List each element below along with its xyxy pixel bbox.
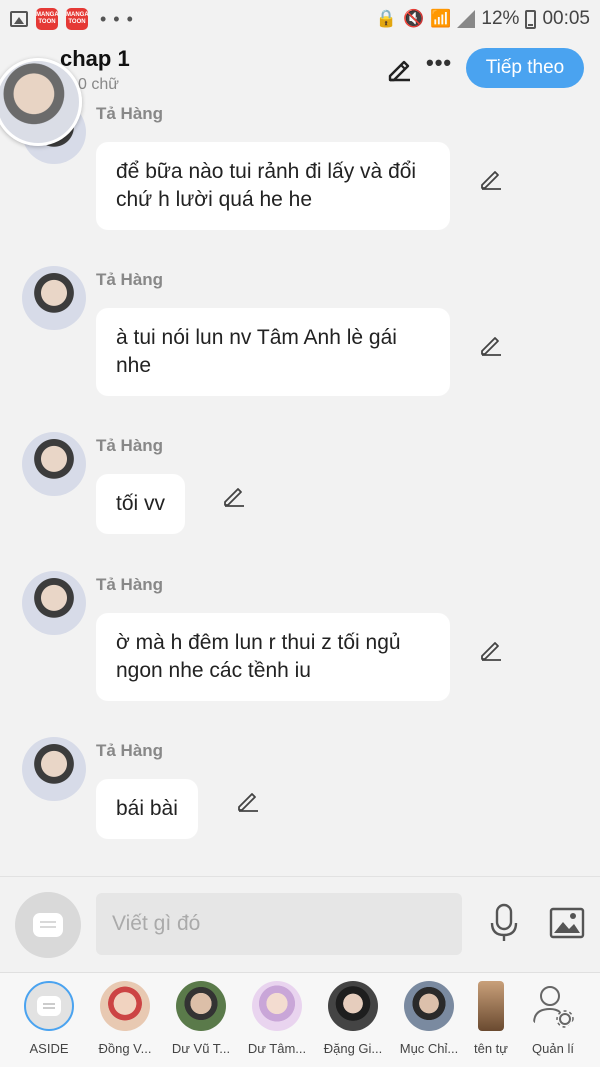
avatar[interactable]: [22, 571, 86, 635]
avatar: [328, 981, 378, 1031]
microphone-icon[interactable]: [488, 903, 520, 943]
character-tab[interactable]: tên tự: [467, 981, 515, 1056]
character-label: ASIDE: [29, 1041, 69, 1056]
gallery-notification-icon: [10, 11, 28, 27]
compose-button[interactable]: [15, 892, 81, 958]
message-bubble[interactable]: tối vv: [96, 474, 186, 534]
avatar: [176, 981, 226, 1031]
character-label: tên tự: [474, 1041, 508, 1056]
word-count: 0 chữ: [78, 76, 119, 93]
status-bar: MANGA TOON MANGA TOON • • • 🔒 🔇 📶 12% 00…: [0, 0, 600, 38]
pencil-icon[interactable]: [479, 638, 503, 662]
pencil-icon[interactable]: [222, 484, 246, 508]
message-bubble[interactable]: à tui nói lun nv Tâm Anh lè gái nhe: [96, 308, 450, 396]
more-options-icon[interactable]: •••: [426, 50, 452, 76]
clock: 00:05: [542, 8, 590, 29]
character-label: Dư Tâm...: [247, 1041, 307, 1056]
wifi-icon: 📶: [430, 9, 452, 28]
sender-name: Tả Hàng: [96, 270, 164, 289]
character-label: Đặng Gi...: [323, 1041, 383, 1056]
character-tab[interactable]: Dư Vũ T...: [163, 981, 239, 1056]
character-tab[interactable]: Đồng V...: [87, 981, 163, 1056]
message-bubble[interactable]: để bữa nào tui rảnh đi lấy và đổi chứ h …: [96, 142, 450, 230]
pencil-icon[interactable]: [236, 789, 260, 813]
character-tab-aside[interactable]: ASIDE: [11, 981, 87, 1056]
image-icon[interactable]: [549, 907, 585, 939]
pencil-icon[interactable]: [386, 56, 412, 82]
avatar[interactable]: [22, 737, 86, 801]
manage-tab[interactable]: Quản lí: [515, 981, 591, 1056]
more-notifications-icon: • • •: [100, 8, 134, 29]
pencil-icon[interactable]: [479, 167, 503, 191]
avatar: [100, 981, 150, 1031]
avatar[interactable]: [22, 266, 86, 330]
status-bar-right: 🔒 🔇 📶 12% 00:05: [376, 8, 590, 30]
lock-icon: 🔒: [375, 9, 398, 28]
battery-percent: 12%: [481, 8, 520, 29]
status-bar-left: MANGA TOON MANGA TOON • • •: [10, 8, 134, 30]
avatar: [478, 981, 504, 1031]
mangatoon-app-icon: MANGA TOON: [36, 8, 59, 30]
message-bubble[interactable]: ờ mà h đêm lun r thui z tối ngủ ngon nhe…: [96, 613, 450, 701]
mangatoon-app-icon: MANGA TOON: [66, 8, 89, 30]
character-bar: ASIDE Đồng V... Dư Vũ T... Dư Tâm... Đặn…: [0, 972, 600, 1067]
avatar: [404, 981, 454, 1031]
character-label: Mục Chỉ...: [399, 1041, 459, 1056]
sender-name: Tả Hàng: [96, 575, 164, 594]
message-list[interactable]: Tả Hàng để bữa nào tui rảnh đi lấy và đổ…: [0, 100, 600, 876]
compose-icon: [37, 996, 61, 1016]
aside-avatar: [24, 981, 74, 1031]
compose-icon: [33, 913, 63, 937]
character-label: Dư Vũ T...: [171, 1041, 231, 1056]
sender-name: Tả Hàng: [96, 436, 164, 455]
character-label: Đồng V...: [98, 1041, 152, 1056]
avatar: [252, 981, 302, 1031]
manage-user-icon: [533, 986, 574, 1028]
sender-name: Tả Hàng: [96, 741, 164, 760]
character-tab[interactable]: Dư Tâm...: [239, 981, 315, 1056]
pencil-icon[interactable]: [479, 333, 503, 357]
sender-name: Tả Hàng: [96, 104, 164, 123]
signal-icon: [457, 10, 476, 28]
character-tab[interactable]: Đặng Gi...: [315, 981, 391, 1056]
chapter-title: chap 1: [60, 46, 130, 71]
next-button[interactable]: Tiếp theo: [466, 48, 584, 88]
chapter-header: chap 1 0 chữ ••• Tiếp theo: [0, 38, 600, 146]
avatar[interactable]: [22, 432, 86, 496]
message-input[interactable]: [96, 893, 462, 955]
mute-icon: 🔇: [403, 9, 425, 28]
character-label: Quản lí: [532, 1041, 574, 1056]
character-tab[interactable]: Mục Chỉ...: [391, 981, 467, 1056]
message-bubble[interactable]: bái bài: [96, 779, 198, 839]
input-bar: [0, 876, 600, 972]
battery-icon: [525, 9, 537, 29]
